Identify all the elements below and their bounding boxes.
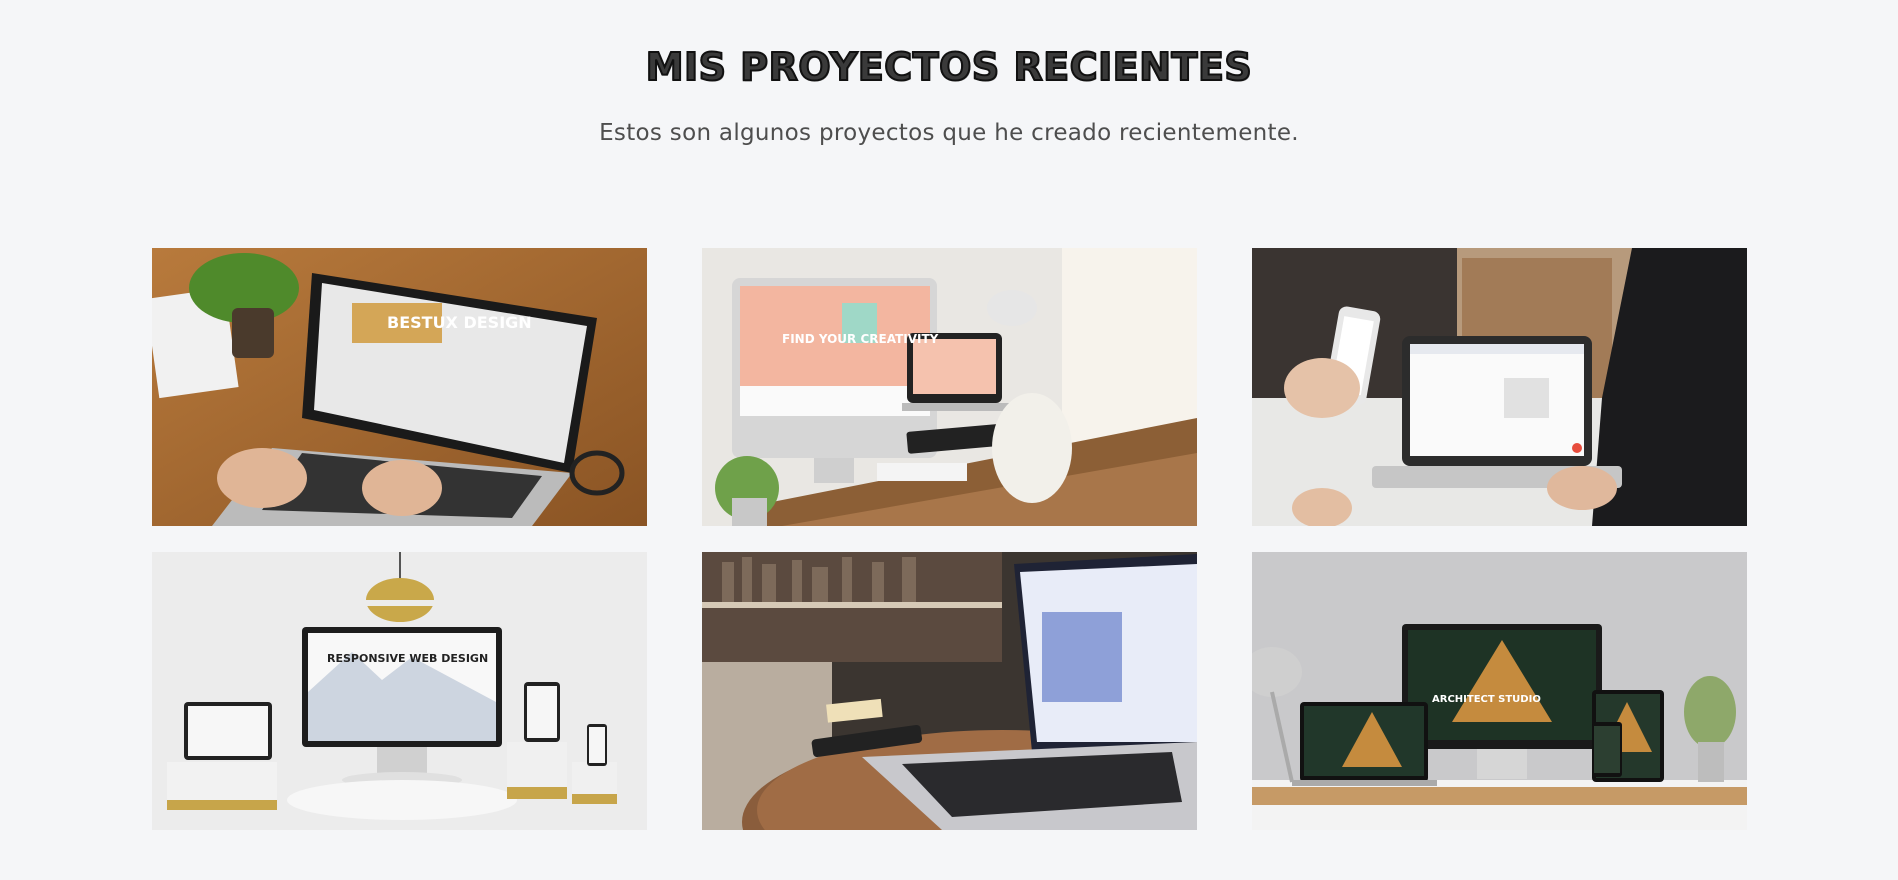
- project-card-5[interactable]: [702, 552, 1197, 830]
- project-image-3: [1252, 248, 1747, 526]
- project-image-2: FIND YOUR CREATIVITY: [702, 248, 1197, 526]
- project-image-4: RESPONSIVE WEB DESIGN: [152, 552, 647, 830]
- project-card-3[interactable]: [1252, 248, 1747, 526]
- project-label-1: BESTUX DESIGN: [387, 313, 532, 332]
- section-title: MIS PROYECTOS RECIENTES: [645, 44, 1253, 90]
- project-card-1[interactable]: BESTUX DESIGN: [152, 248, 647, 526]
- project-label-6: ARCHITECT STUDIO: [1432, 694, 1541, 705]
- section-subtitle: Estos son algunos proyectos que he cread…: [599, 120, 1299, 146]
- project-label-2: FIND YOUR CREATIVITY: [782, 332, 939, 346]
- project-label-4: RESPONSIVE WEB DESIGN: [327, 652, 488, 665]
- project-card-2[interactable]: FIND YOUR CREATIVITY: [702, 248, 1197, 526]
- project-card-6[interactable]: ARCHITECT STUDIO: [1252, 552, 1747, 830]
- project-image-5: [702, 552, 1197, 830]
- projects-grid: BESTUX DESIGN FIND YOUR CREATIVITY RESPO…: [152, 248, 1747, 830]
- project-card-4[interactable]: RESPONSIVE WEB DESIGN: [152, 552, 647, 830]
- project-image-6: ARCHITECT STUDIO: [1252, 552, 1747, 830]
- project-image-1: BESTUX DESIGN: [152, 248, 647, 526]
